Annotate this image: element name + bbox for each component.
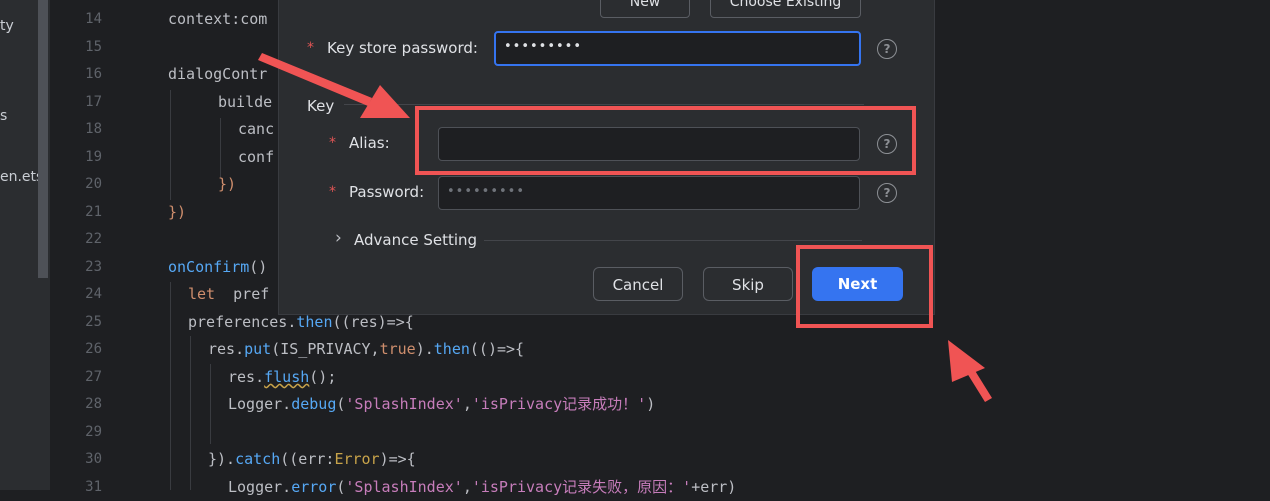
annotation-arrow-icon <box>948 340 992 402</box>
annotation-arrows <box>258 53 992 402</box>
annotation-arrow-icon <box>258 53 410 118</box>
